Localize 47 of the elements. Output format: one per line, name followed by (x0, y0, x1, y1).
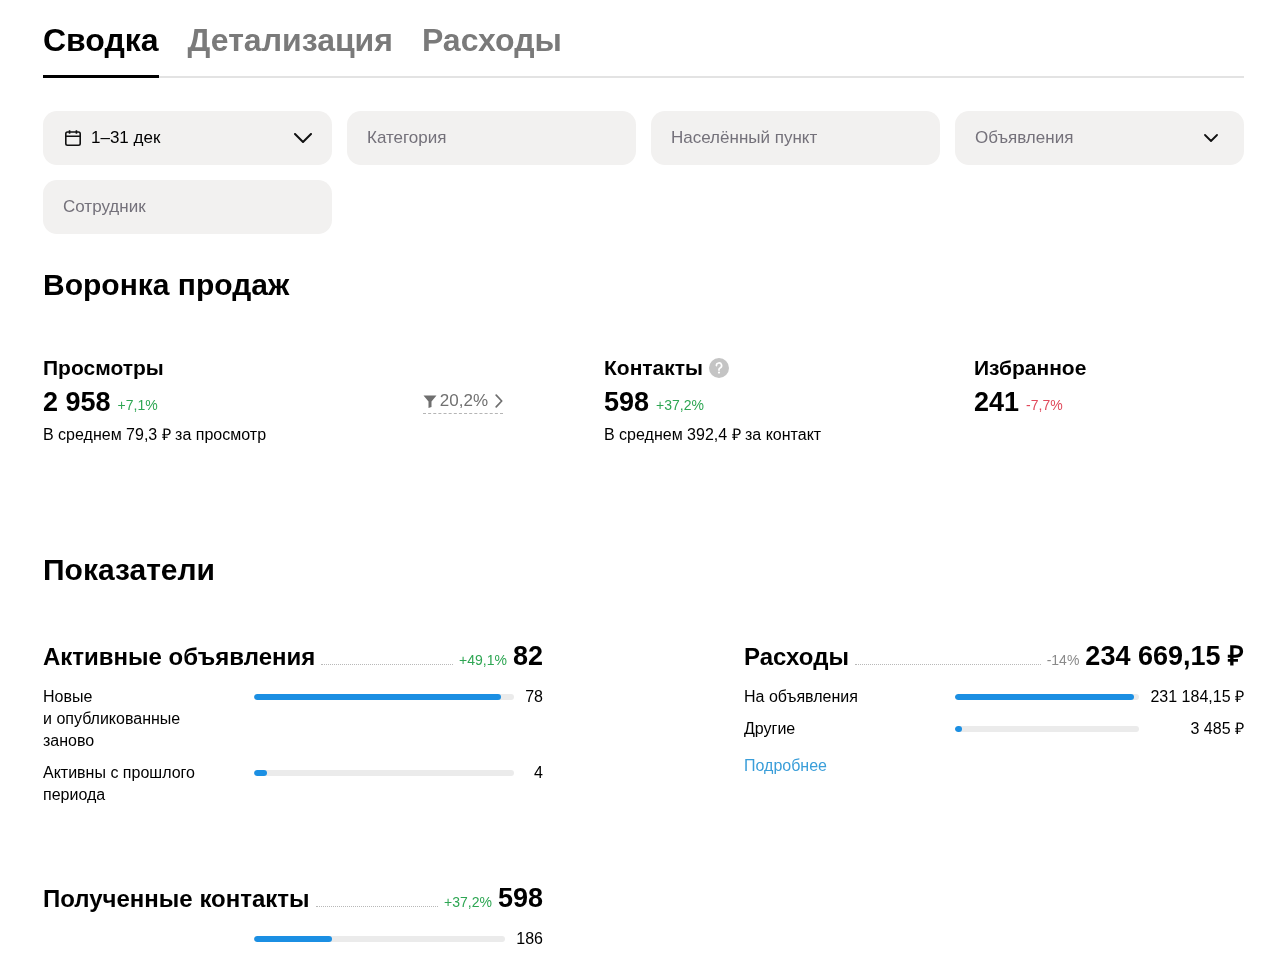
panel-change: +37,2% (444, 893, 492, 912)
row-value: 78 (525, 687, 543, 707)
panel-title: Расходы (744, 642, 849, 672)
row-label: На объявления (744, 687, 858, 707)
panel-total: 82 (512, 640, 543, 672)
section-heading: Воронка продаж (43, 267, 290, 303)
metric-value: 241 (974, 386, 1020, 418)
row-value: 3 485 ₽ (1190, 719, 1244, 739)
section-heading: Показатели (43, 552, 216, 588)
row-value: 186 (516, 929, 543, 949)
help-icon[interactable] (709, 358, 730, 378)
metric-title: Просмотры (43, 355, 164, 381)
metric-average: В среднем 79,3 ₽ за просмотр (43, 425, 267, 445)
row-label: Другие (744, 719, 796, 739)
metric-change: +7,1% (117, 395, 158, 414)
row-label: Новые и опубликованные заново (43, 687, 182, 751)
metric-value: 598 (604, 386, 650, 418)
row-label: Активны с прошлого периода (43, 763, 196, 805)
tab[interactable]: Сводка (43, 20, 159, 78)
text-field[interactable]: Населённый пункт (651, 111, 940, 165)
metric-change: -7,7% (1026, 395, 1063, 414)
metric-value: 2 958 (43, 386, 111, 418)
tab[interactable]: Расходы (421, 20, 562, 78)
panel-title: Активные объявления (43, 642, 316, 672)
details-link[interactable]: Подробнее (744, 755, 827, 777)
calendar-icon (65, 130, 81, 146)
row-value: 231 184,15 ₽ (1150, 687, 1244, 707)
funnel-icon (422, 394, 437, 408)
date-range-dropdown[interactable]: 1–31 дек (43, 111, 332, 165)
metric-title: Контакты (604, 355, 704, 381)
conversion-link[interactable]: 20,2% (422, 390, 503, 414)
tab[interactable]: Детализация (187, 20, 393, 78)
chevron-right-icon (495, 394, 503, 408)
text-field[interactable]: Категория (347, 111, 636, 165)
panel-change: -14% (1046, 651, 1080, 670)
metric-title: Избранное (974, 355, 1087, 381)
chevron-down-icon (1204, 134, 1218, 142)
chevron-down-icon (294, 133, 312, 143)
panel-total: 598 (497, 882, 543, 914)
text-field[interactable]: Сотрудник (43, 180, 332, 234)
metric-change: +37,2% (656, 395, 704, 414)
panel-change: +49,1% (459, 651, 507, 670)
panel-total: 234 669,15 ₽ (1085, 640, 1244, 672)
panel-title: Полученные контакты (43, 884, 310, 914)
dropdown[interactable]: Объявления (955, 111, 1244, 165)
metric-average: В среднем 392,4 ₽ за контакт (604, 425, 822, 445)
row-value: 4 (534, 763, 543, 783)
